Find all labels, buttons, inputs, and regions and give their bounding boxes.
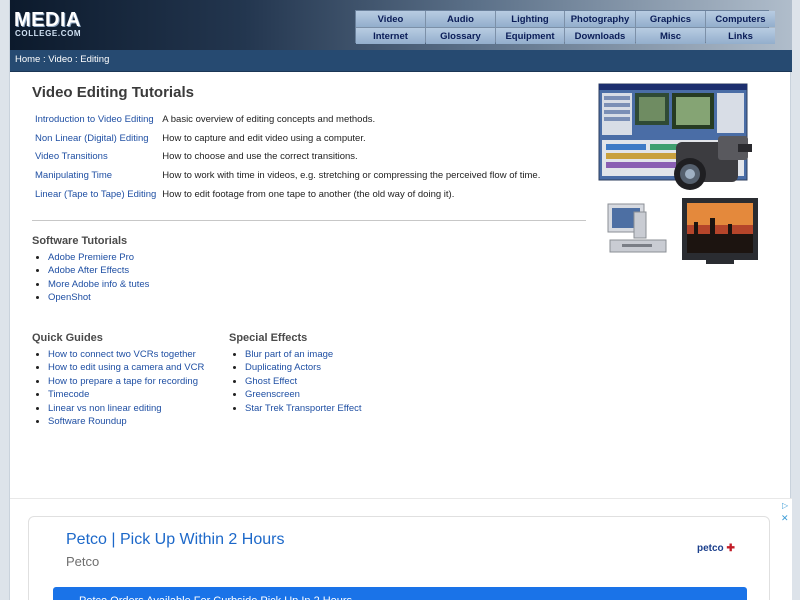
list-item: Adobe After Effects [48, 264, 149, 277]
tutorial-description: How to edit footage from one tape to ano… [162, 188, 455, 200]
tutorial-link[interactable]: Manipulating Time [32, 166, 159, 185]
list-item: OpenShot [48, 291, 149, 304]
nav-lighting[interactable]: Lighting [496, 11, 564, 27]
petco-logo: petco ✚ [697, 543, 735, 554]
tutorial-link[interactable]: Video Transitions [32, 147, 159, 166]
tutorial-description: How to choose and use the correct transi… [162, 151, 358, 163]
ad-title[interactable]: Petco | Pick Up Within 2 Hours [66, 531, 284, 549]
software-link[interactable]: Adobe After Effects [48, 265, 129, 276]
nav-photography[interactable]: Photography [565, 11, 635, 27]
section-divider [32, 220, 586, 221]
special-effects-list: Blur part of an image Duplicating Actors… [229, 348, 362, 415]
nav-downloads[interactable]: Downloads [565, 28, 635, 44]
quick-guides-list: How to connect two VCRs together How to … [32, 348, 204, 428]
quick-guide-link[interactable]: Linear vs non linear editing [48, 403, 162, 414]
list-item: Ghost Effect [245, 375, 362, 388]
nav-video[interactable]: Video [356, 11, 425, 27]
list-item: How to edit using a camera and VCR [48, 361, 204, 374]
tutorial-link[interactable]: Linear (Tape to Tape) Editing [32, 185, 159, 204]
special-effect-link[interactable]: Duplicating Actors [245, 362, 321, 373]
nav-audio[interactable]: Audio [426, 11, 495, 27]
page-frame: MEDIA COLLEGE.COM Video Audio Lighting P… [9, 0, 792, 600]
list-item: How to prepare a tape for recording [48, 375, 204, 388]
list-item: Adobe Premiere Pro [48, 251, 149, 264]
tutorial-description: How to capture and edit video using a co… [162, 132, 366, 144]
quick-guide-link[interactable]: Software Roundup [48, 416, 127, 427]
logo-media-text: MEDIA [14, 9, 81, 31]
tutorial-description: How to work with time in videos, e.g. st… [162, 169, 541, 181]
list-item: Greenscreen [245, 388, 362, 401]
special-effect-link[interactable]: Ghost Effect [245, 376, 297, 387]
ad-advertiser: Petco [66, 554, 100, 569]
software-link[interactable]: More Adobe info & tutes [48, 279, 149, 290]
software-link[interactable]: Adobe Premiere Pro [48, 252, 134, 263]
site-logo[interactable]: MEDIA COLLEGE.COM [14, 10, 102, 40]
table-row: Manipulating Time How to work with time … [32, 166, 543, 185]
table-row: Linear (Tape to Tape) Editing How to edi… [32, 185, 543, 204]
quick-guide-link[interactable]: How to edit using a camera and VCR [48, 362, 204, 373]
list-item: Linear vs non linear editing [48, 402, 204, 415]
quick-guide-link[interactable]: How to connect two VCRs together [48, 349, 196, 360]
nav-links[interactable]: Links [706, 28, 775, 44]
nav-graphics[interactable]: Graphics [636, 11, 705, 27]
list-item: Timecode [48, 388, 204, 401]
nav-computers[interactable]: Computers [706, 11, 775, 27]
nav-misc[interactable]: Misc [636, 28, 705, 44]
special-effects-heading: Special Effects [229, 332, 308, 344]
nav-equipment[interactable]: Equipment [496, 28, 564, 44]
editing-equipment-illustration [598, 83, 758, 264]
nav-glossary[interactable]: Glossary [426, 28, 495, 44]
software-tutorials-list: Adobe Premiere Pro Adobe After Effects M… [32, 251, 149, 305]
ad-card[interactable]: Petco | Pick Up Within 2 Hours Petco pet… [28, 516, 770, 600]
main-nav: Video Audio Lighting Photography Graphic… [355, 10, 775, 44]
site-header: MEDIA COLLEGE.COM Video Audio Lighting P… [10, 0, 792, 50]
table-row: Video Transitions How to choose and use … [32, 147, 543, 166]
page-title: Video Editing Tutorials [32, 84, 194, 101]
list-item: Blur part of an image [245, 348, 362, 361]
quick-guides-heading: Quick Guides [32, 332, 103, 344]
special-effect-link[interactable]: Blur part of an image [245, 349, 333, 360]
quick-guide-link[interactable]: Timecode [48, 389, 89, 400]
breadcrumb-text[interactable]: Home : Video : Editing [15, 54, 109, 65]
advertisement-zone: ▷ ✕ Petco | Pick Up Within 2 Hours Petco… [10, 498, 792, 600]
list-item: Duplicating Actors [245, 361, 362, 374]
television-image [682, 198, 758, 264]
table-row: Non Linear (Digital) Editing How to capt… [32, 129, 543, 148]
quick-guide-link[interactable]: How to prepare a tape for recording [48, 376, 198, 387]
software-link[interactable]: OpenShot [48, 292, 91, 303]
logo-college-text: COLLEGE.COM [15, 29, 82, 38]
tutorial-description: A basic overview of editing concepts and… [162, 113, 376, 125]
computer-image [607, 203, 667, 253]
list-item: More Adobe info & tutes [48, 278, 149, 291]
close-icon[interactable]: ✕ [781, 513, 789, 524]
petco-logo-text: petco [697, 543, 724, 554]
nav-internet[interactable]: Internet [356, 28, 425, 44]
special-effect-link[interactable]: Greenscreen [245, 389, 300, 400]
special-effect-link[interactable]: Star Trek Transporter Effect [245, 403, 362, 414]
list-item: How to connect two VCRs together [48, 348, 204, 361]
tutorial-link[interactable]: Introduction to Video Editing [32, 110, 159, 129]
ad-cta-button[interactable]: Petco Orders Available For Curbside Pick… [53, 587, 747, 600]
breadcrumb: Home : Video : Editing [10, 50, 792, 72]
tutorial-link[interactable]: Non Linear (Digital) Editing [32, 129, 159, 148]
ad-choices-icon[interactable]: ▷ [782, 501, 791, 510]
table-row: Introduction to Video Editing A basic ov… [32, 110, 543, 129]
tutorials-table: Introduction to Video Editing A basic ov… [32, 110, 543, 203]
software-tutorials-heading: Software Tutorials [32, 235, 128, 247]
list-item: Star Trek Transporter Effect [245, 402, 362, 415]
list-item: Software Roundup [48, 415, 204, 428]
